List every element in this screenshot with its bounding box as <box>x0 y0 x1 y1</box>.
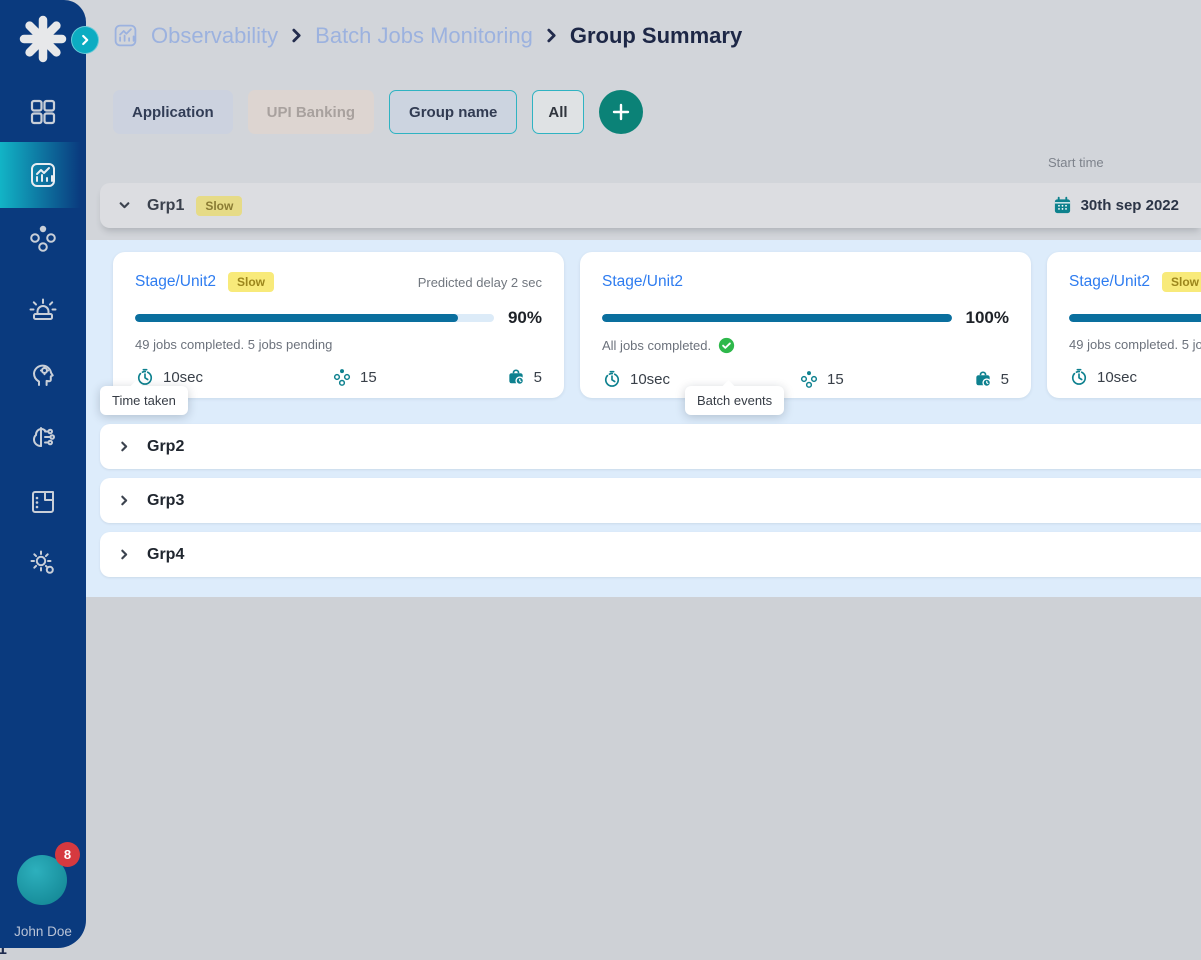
stage-link[interactable]: Stage/Unit2 <box>1069 273 1150 291</box>
group1-cards-row: Stage/Unit2 Slow Predicted delay 2 sec 9… <box>113 252 1201 398</box>
all-filter-button[interactable]: All <box>532 90 583 134</box>
notification-count-badge: 8 <box>55 842 80 867</box>
batch-events-icon <box>332 367 352 387</box>
breadcrumb-group-summary: Group Summary <box>570 23 742 49</box>
settings-gear-icon <box>28 548 58 578</box>
insights-head-icon <box>28 359 58 389</box>
sidebar-item-machine-learning[interactable] <box>28 422 58 452</box>
stage-link[interactable]: Stage/Unit2 <box>602 273 683 291</box>
group-row-grp3[interactable]: Grp3 <box>100 478 1201 523</box>
start-time-value: 30th sep 2022 <box>1081 197 1179 214</box>
dimmed-bottom-region: 1 <box>0 597 1201 960</box>
predicted-delay-text: Predicted delay 2 sec <box>418 275 542 290</box>
batch-events-stat[interactable]: 15 <box>799 369 844 389</box>
sidebar-item-alerts[interactable] <box>28 294 58 324</box>
jobs-value: 5 <box>534 369 542 386</box>
slow-badge: Slow <box>196 196 242 216</box>
jobs-value: 5 <box>1001 371 1009 388</box>
progress-fill <box>1069 314 1201 322</box>
dashboard-grid-icon <box>28 97 58 127</box>
upi-banking-filter-button[interactable]: UPI Banking <box>248 90 374 134</box>
chevron-right-icon <box>118 494 131 507</box>
progress-track <box>135 314 494 322</box>
alerts-siren-icon <box>28 294 58 324</box>
group-row-grp4[interactable]: Grp4 <box>100 532 1201 577</box>
batch-events-value: 15 <box>827 371 844 388</box>
group-name: Grp1 <box>147 197 184 215</box>
ml-brain-icon <box>28 422 58 452</box>
progress-track <box>602 314 952 322</box>
chevron-right-icon <box>545 28 558 43</box>
group-name-filter-button[interactable]: Group name <box>389 90 517 134</box>
group-row-grp1[interactable]: Grp1 Slow 30th sep 2022 <box>100 183 1201 228</box>
progress-fill <box>602 314 952 322</box>
chevron-right-icon <box>290 28 303 43</box>
add-filter-button[interactable] <box>599 90 643 134</box>
jobs-status-text: 49 jobs completed. 5 jobs pending <box>1069 337 1201 352</box>
calendar-icon <box>1053 196 1072 215</box>
timer-icon <box>602 369 622 389</box>
reports-panel-icon <box>28 487 58 517</box>
breadcrumb-batch-jobs-monitoring[interactable]: Batch Jobs Monitoring <box>315 23 533 49</box>
group-row-grp2[interactable]: Grp2 <box>100 424 1201 469</box>
pipeline-nodes-icon <box>28 223 58 253</box>
chevron-right-icon <box>79 34 91 46</box>
group-name: Grp2 <box>147 438 184 456</box>
start-time-column-header: Start time <box>1048 155 1104 170</box>
breadcrumb: Observability Batch Jobs Monitoring Grou… <box>112 22 742 49</box>
progress-track <box>1069 314 1201 322</box>
progress-percent: 90% <box>508 308 542 328</box>
stage-card-3: Stage/Unit2 Slow 90% 49 jobs completed. … <box>1047 252 1201 398</box>
time-taken-value: 10sec <box>1097 369 1137 386</box>
sidebar-item-pipelines[interactable] <box>28 223 58 253</box>
chevron-down-icon <box>118 199 131 212</box>
sidebar-item-dashboard[interactable] <box>28 97 58 127</box>
time-taken-stat[interactable]: 10sec <box>602 369 670 389</box>
slow-badge: Slow <box>228 272 274 292</box>
stage-link[interactable]: Stage/Unit2 <box>135 273 216 291</box>
jobs-bag-icon <box>506 367 526 387</box>
progress-percent: 100% <box>966 308 1009 328</box>
time-taken-value: 10sec <box>163 369 203 386</box>
batch-events-stat[interactable]: 15 <box>332 367 377 387</box>
spotlight-region: Stage/Unit2 Slow Predicted delay 2 sec 9… <box>0 240 1201 597</box>
group-name: Grp4 <box>147 546 184 564</box>
sidebar-item-insights[interactable] <box>28 359 58 389</box>
slow-badge: Slow <box>1162 272 1201 292</box>
time-taken-tooltip: Time taken <box>100 386 188 415</box>
time-taken-value: 10sec <box>630 371 670 388</box>
jobs-status-text: All jobs completed. <box>602 338 711 353</box>
jobs-bag-icon <box>973 369 993 389</box>
app-logo-asterisk-icon <box>17 13 69 65</box>
chevron-right-icon <box>118 440 131 453</box>
sidebar-collapse-toggle[interactable] <box>71 26 99 54</box>
sidebar-item-observability-active[interactable] <box>0 142 86 208</box>
jobs-status-text: 49 jobs completed. 5 jobs pending <box>135 337 332 352</box>
user-name: John Doe <box>0 924 86 939</box>
observability-chart-icon <box>112 22 139 49</box>
timer-icon <box>1069 367 1089 387</box>
success-check-icon <box>718 337 735 354</box>
chevron-right-icon <box>118 548 131 561</box>
batch-events-value: 15 <box>360 369 377 386</box>
sidebar-item-settings[interactable] <box>28 548 58 578</box>
time-taken-stat[interactable]: 10sec <box>135 367 203 387</box>
jobs-stat[interactable]: 5 <box>506 367 542 387</box>
observability-chart-icon <box>28 160 58 190</box>
batch-events-tooltip: Batch events <box>685 386 784 415</box>
plus-icon <box>609 100 633 124</box>
jobs-stat[interactable]: 5 <box>973 369 1009 389</box>
sidebar: 8 John Doe <box>0 0 86 948</box>
application-filter-button[interactable]: Application <box>113 90 233 134</box>
stage-card-1: Stage/Unit2 Slow Predicted delay 2 sec 9… <box>113 252 564 398</box>
batch-events-icon <box>799 369 819 389</box>
time-taken-stat[interactable]: 10sec <box>1069 367 1137 387</box>
stage-card-2: Stage/Unit2 100% All jobs completed. 10s… <box>580 252 1031 398</box>
group-name: Grp3 <box>147 492 184 510</box>
filter-bar: Application UPI Banking Group name All <box>113 90 643 134</box>
breadcrumb-observability[interactable]: Observability <box>151 23 278 49</box>
sidebar-item-reports[interactable] <box>28 487 58 517</box>
progress-fill <box>135 314 458 322</box>
